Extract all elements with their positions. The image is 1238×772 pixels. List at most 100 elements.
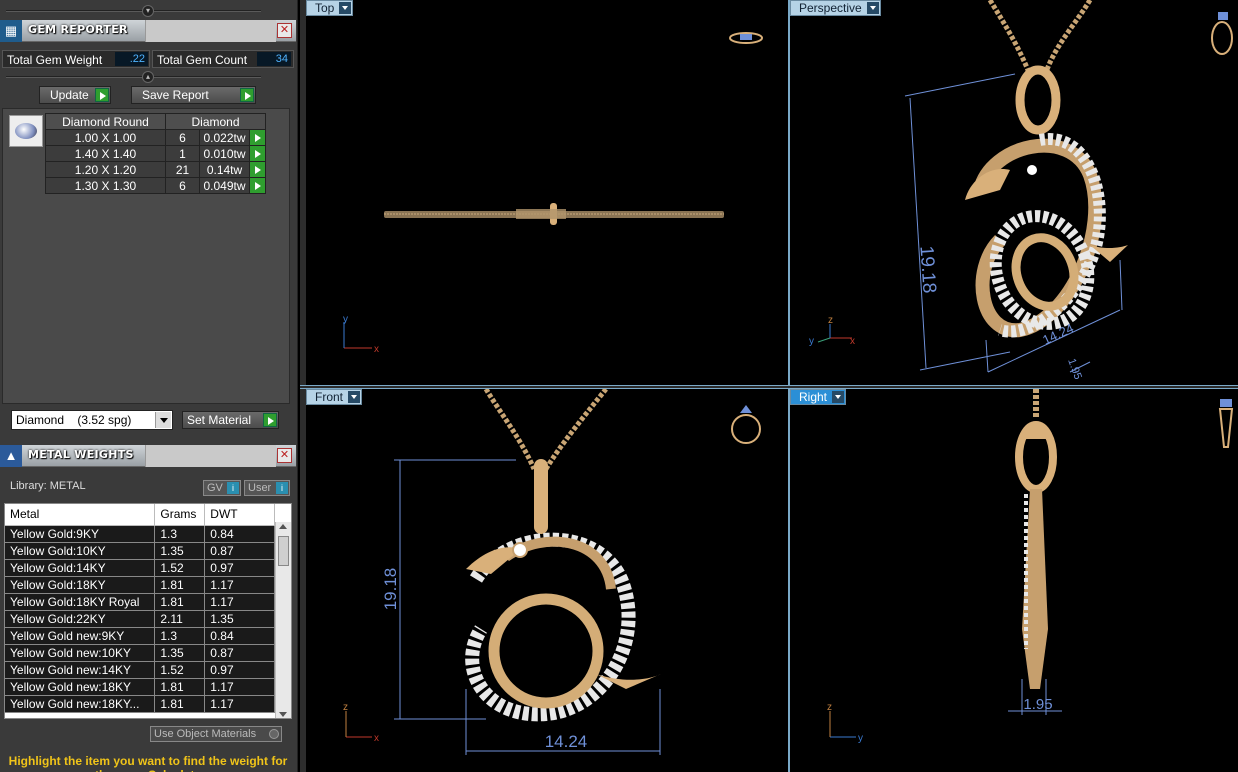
- save-report-label: Save Report: [142, 88, 209, 102]
- viewport-right[interactable]: 1.95 y z Right: [790, 389, 1238, 772]
- total-gem-weight-box: Total Gem Weight .22: [2, 50, 150, 68]
- save-report-button[interactable]: Save Report: [131, 86, 256, 104]
- dim-thickness-right: 1.95: [1023, 696, 1052, 713]
- metal-row[interactable]: Yellow Gold:14KY 1.52 0.97: [5, 559, 275, 577]
- set-material-button[interactable]: Set Material: [182, 411, 279, 429]
- scrollbar-thumb[interactable]: [278, 536, 289, 566]
- gem-row-go-icon[interactable]: [249, 161, 266, 178]
- diamond-round-icon[interactable]: [9, 115, 43, 147]
- chevron-down-icon[interactable]: [348, 391, 361, 403]
- gem-size: 1.20 X 1.20: [45, 161, 166, 178]
- gem-row-go-icon[interactable]: [249, 129, 266, 146]
- gem-reporter-title-bar: ▦ GEM REPORTER ✕: [0, 20, 296, 42]
- metal-row[interactable]: Yellow Gold:22KY 2.11 1.35: [5, 610, 275, 628]
- viewport-label-top[interactable]: Top: [306, 0, 354, 16]
- collapse-knob-mid[interactable]: ▴: [142, 71, 154, 83]
- material-select[interactable]: Diamond (3.52 spg): [11, 410, 173, 430]
- metal-row[interactable]: Yellow Gold new:14KY 1.52 0.97: [5, 661, 275, 679]
- gem-count: 21: [165, 161, 200, 178]
- scroll-down-icon[interactable]: [279, 712, 287, 717]
- metal-list-scrollbar[interactable]: [275, 522, 291, 718]
- metal-dwt: 0.97: [204, 559, 275, 577]
- metal-row[interactable]: Yellow Gold new:18KY 1.81 1.17: [5, 678, 275, 696]
- dwt-col-header[interactable]: DWT: [204, 504, 275, 526]
- top-view-canvas: x y: [343, 32, 763, 355]
- use-object-materials-toggle[interactable]: Use Object Materials: [150, 726, 282, 742]
- metal-row[interactable]: Yellow Gold:10KY 1.35 0.87: [5, 542, 275, 560]
- metal-grams: 1.52: [154, 661, 206, 679]
- gem-row-go-icon[interactable]: [249, 177, 266, 194]
- axis-y-label: y: [858, 733, 863, 744]
- gem-row[interactable]: 1.30 X 1.30 6 0.049tw: [45, 177, 266, 194]
- library-label: Library: METAL: [10, 480, 86, 492]
- scroll-up-icon[interactable]: [279, 524, 287, 529]
- viewport-label-right[interactable]: Right: [790, 389, 847, 405]
- view-cube-top-icon[interactable]: [729, 32, 763, 44]
- gem-row[interactable]: 1.40 X 1.40 1 0.010tw: [45, 145, 266, 162]
- panel-splitter-mid[interactable]: [6, 76, 261, 78]
- collapse-knob-top[interactable]: ▾: [142, 5, 154, 17]
- gem-row[interactable]: 1.00 X 1.00 6 0.022tw: [45, 129, 266, 146]
- chevron-down-icon[interactable]: [866, 2, 879, 14]
- chain-front: [483, 389, 537, 470]
- metal-grams: 1.81: [154, 695, 206, 713]
- gem-count: 6: [165, 177, 200, 194]
- metal-row[interactable]: Yellow Gold new:10KY 1.35 0.87: [5, 644, 275, 662]
- chevron-down-icon[interactable]: [339, 2, 352, 14]
- viewport-front[interactable]: 19.18 14.24 x z Front: [306, 389, 788, 772]
- metal-grams: 1.3: [154, 525, 206, 543]
- metal-row[interactable]: Yellow Gold:9KY 1.3 0.84: [5, 525, 275, 543]
- gem-weight: 0.010tw: [199, 145, 250, 162]
- metal-dwt: 1.17: [204, 576, 275, 594]
- user-toggle[interactable]: User i: [244, 480, 290, 496]
- viewport-top[interactable]: x y Top: [306, 0, 788, 385]
- metal-row[interactable]: Yellow Gold new:18KY... 1.81 1.17: [5, 695, 275, 713]
- viewport-top-title: Top: [315, 1, 335, 15]
- gem-weight: 0.14tw: [199, 161, 250, 178]
- axis-y-label: y: [343, 314, 348, 325]
- chevron-down-icon[interactable]: [155, 412, 171, 428]
- viewport-perspective[interactable]: 19.18 14.24 1.95 x z y Perspective: [790, 0, 1238, 385]
- metal-table: Metal Grams DWT Yellow Gold:9KY 1.3 0.84 Ye…: [5, 504, 275, 713]
- gem-reporter-close-icon[interactable]: ✕: [277, 23, 292, 38]
- gem-row-go-icon[interactable]: [249, 145, 266, 162]
- metal-row[interactable]: Yellow Gold new:9KY 1.3 0.84: [5, 627, 275, 645]
- metal-name: Yellow Gold new:18KY...: [5, 695, 156, 713]
- metal-grams: 1.81: [154, 593, 206, 611]
- metal-dwt: 0.84: [204, 525, 275, 543]
- update-go-icon: [95, 88, 109, 102]
- gem-count: 1: [165, 145, 200, 162]
- gv-toggle[interactable]: GV i: [203, 480, 241, 496]
- metal-weights-title: METAL WEIGHTS: [28, 448, 134, 461]
- chevron-down-icon[interactable]: [832, 391, 845, 403]
- metal-name: Yellow Gold new:18KY: [5, 678, 156, 696]
- metal-weights-close-icon[interactable]: ✕: [277, 448, 292, 463]
- metal-dwt: 0.97: [204, 661, 275, 679]
- set-material-go-icon: [263, 413, 277, 427]
- grams-col-header[interactable]: Grams: [154, 504, 206, 526]
- metal-row[interactable]: Yellow Gold:18KY Royal 1.81 1.17: [5, 593, 275, 611]
- radio-indicator-icon: [269, 729, 279, 739]
- metal-row[interactable]: Yellow Gold:18KY 1.81 1.17: [5, 576, 275, 594]
- metal-weights-icon: ▲: [0, 445, 22, 467]
- viewport-splitter-horizontal[interactable]: [300, 385, 1238, 389]
- metal-list[interactable]: Metal Grams DWT Yellow Gold:9KY 1.3 0.84 Ye…: [4, 503, 292, 719]
- view-cube-perspective-icon[interactable]: [1211, 12, 1233, 55]
- metal-name: Yellow Gold:10KY: [5, 542, 156, 560]
- viewport-label-front[interactable]: Front: [306, 389, 363, 405]
- metal-grams: 1.3: [154, 627, 206, 645]
- view-cube-front-icon[interactable]: [731, 405, 761, 444]
- update-button[interactable]: Update: [39, 86, 111, 104]
- viewport-label-perspective[interactable]: Perspective: [790, 0, 881, 16]
- total-gem-count-label: Total Gem Count: [157, 53, 248, 67]
- panel-splitter-top[interactable]: [6, 10, 261, 12]
- title-bar-filler: [145, 445, 276, 467]
- gem-size: 1.40 X 1.40: [45, 145, 166, 162]
- metal-col-header[interactable]: Metal: [5, 504, 156, 526]
- dim-thickness-perspective: 1.95: [1065, 357, 1084, 381]
- gem-size: 1.30 X 1.30: [45, 177, 166, 194]
- metal-weights-title-bar: ▲ METAL WEIGHTS ✕: [0, 445, 296, 467]
- view-cube-right-icon[interactable]: [1218, 399, 1234, 448]
- gem-row[interactable]: 1.20 X 1.20 21 0.14tw: [45, 161, 266, 178]
- front-view-canvas: 19.18 14.24 x z: [343, 389, 761, 755]
